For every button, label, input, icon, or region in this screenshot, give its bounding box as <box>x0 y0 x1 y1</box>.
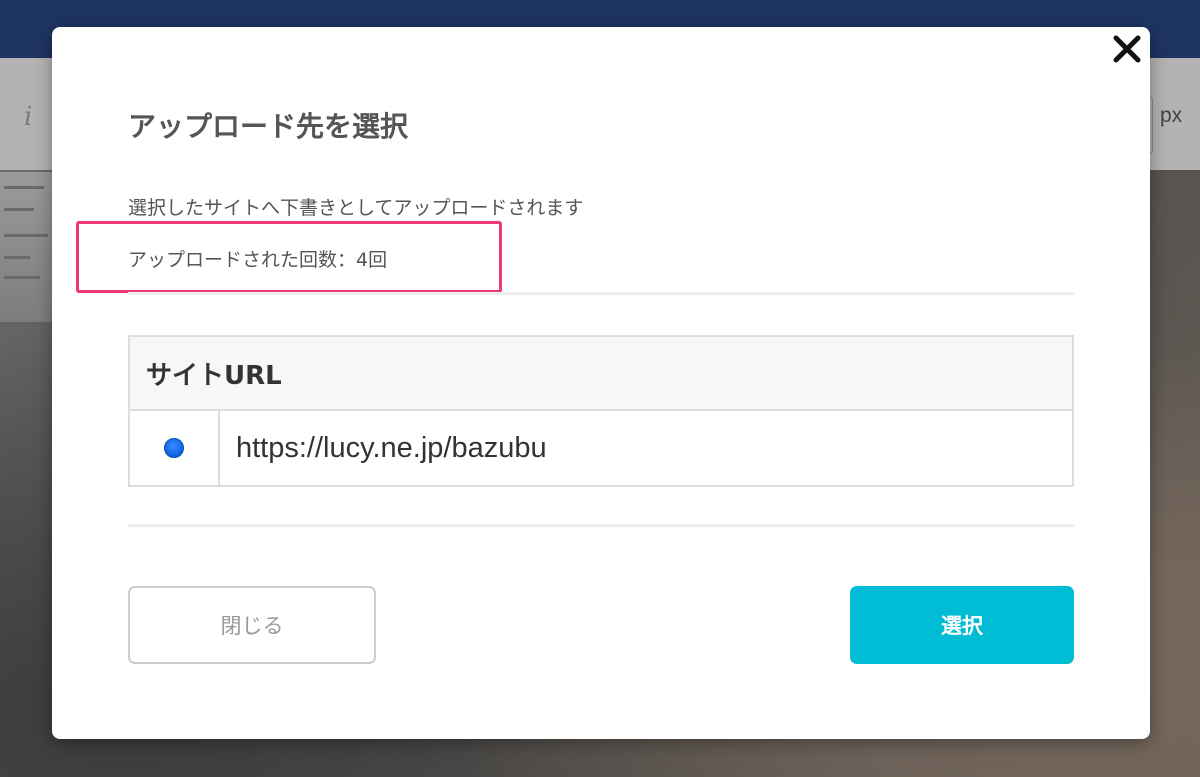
upload-count-text: アップロードされた回数：4回 <box>128 249 388 271</box>
table-row[interactable]: https://lucy.ne.jp/bazubu <box>130 411 1072 485</box>
select-button[interactable]: 選択 <box>850 586 1074 664</box>
modal-content: アップロード先を選択 選択したサイトへ下書きとしてアップロードされます アップロ… <box>52 27 1150 739</box>
divider-bottom <box>128 524 1074 527</box>
site-url-cell: https://lucy.ne.jp/bazubu <box>236 431 547 464</box>
site-table: サイトURL https://lucy.ne.jp/bazubu <box>128 335 1074 487</box>
close-button[interactable]: 閉じる <box>128 586 376 664</box>
modal-title: アップロード先を選択 <box>128 110 409 143</box>
radio-selected-icon[interactable] <box>164 438 184 458</box>
italic-icon: i <box>24 102 33 132</box>
radio-cell[interactable] <box>130 411 220 485</box>
table-header: サイトURL <box>130 337 1072 411</box>
column-header-site-url: サイトURL <box>146 360 282 391</box>
divider-top <box>128 292 1074 295</box>
modal-description: 選択したサイトへ下書きとしてアップロードされます <box>128 197 584 219</box>
unit-label: px <box>1160 104 1183 127</box>
background-screen-thumbnail <box>0 172 56 322</box>
